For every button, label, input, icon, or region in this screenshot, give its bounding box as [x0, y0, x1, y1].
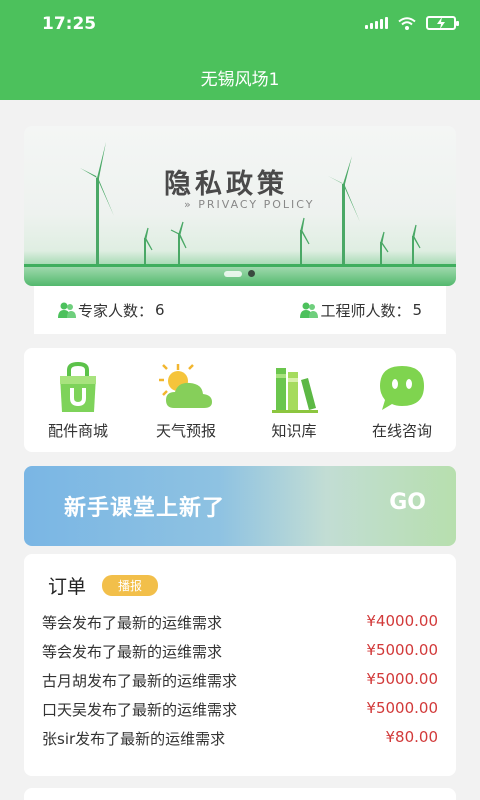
menu-item-label: 知识库 — [271, 422, 317, 440]
order-row[interactable]: 等会发布了最新的运维需求 ¥5000.00 — [42, 641, 438, 670]
order-text: 口天吴发布了最新的运维需求 — [42, 701, 238, 719]
banner-subtitle: » PRIVACY POLICY — [184, 198, 315, 211]
promo-text: 新手课堂上新了 — [64, 496, 226, 521]
engineers-stat: 工程师人数： 5 — [300, 300, 422, 321]
broadcast-badge: 播报 — [102, 575, 159, 596]
order-price: ¥5000.00 — [366, 641, 438, 659]
orders-title: 订单 — [48, 576, 87, 598]
menu-item-online-consult[interactable]: 在线咨询 — [352, 348, 452, 452]
battery-charging-icon — [426, 16, 459, 30]
quick-menu: 配件商城 天气预报 知识库 在线咨询 — [24, 348, 456, 452]
menu-item-label: 天气预报 — [155, 422, 216, 440]
menu-item-weather[interactable]: 天气预报 — [136, 348, 236, 452]
carousel-dot[interactable] — [248, 270, 255, 277]
user-group-icon — [58, 302, 76, 318]
app-header: 17:25 无锡风场1 — [0, 0, 480, 100]
orders-header: 订单 播报 — [48, 572, 159, 599]
order-row[interactable]: 张sir发布了最新的运维需求 ¥80.00 — [42, 728, 438, 757]
chat-bubble-icon — [380, 366, 424, 410]
experts-count: 6 — [155, 301, 165, 319]
orders-card: 订单 播报 等会发布了最新的运维需求 ¥4000.00 等会发布了最新的运维需求… — [24, 554, 456, 776]
page-title: 无锡风场1 — [200, 70, 280, 90]
menu-item-label: 配件商城 — [47, 422, 108, 440]
orders-list: 等会发布了最新的运维需求 ¥4000.00 等会发布了最新的运维需求 ¥5000… — [42, 612, 438, 757]
order-price: ¥80.00 — [385, 728, 439, 746]
order-text: 等会发布了最新的运维需求 — [42, 643, 223, 661]
cellular-signal-icon — [365, 17, 388, 29]
books-icon — [272, 368, 318, 413]
order-text: 等会发布了最新的运维需求 — [42, 614, 223, 632]
banner-title: 隐私政策 — [164, 169, 288, 200]
status-icons — [365, 16, 459, 30]
next-card — [24, 788, 456, 800]
experts-label: 专家人数： — [78, 301, 154, 320]
stats-bar: 专家人数： 6 工程师人数： 5 — [34, 286, 446, 334]
order-price: ¥4000.00 — [366, 612, 438, 630]
engineers-count: 5 — [412, 301, 422, 319]
promo-go-button[interactable]: GO — [389, 490, 426, 515]
user-group-icon — [300, 302, 319, 318]
status-time: 17:25 — [42, 14, 97, 34]
menu-item-label: 在线咨询 — [371, 422, 432, 440]
order-price: ¥5000.00 — [366, 670, 438, 688]
shopping-bag-icon — [60, 362, 96, 412]
menu-item-parts-mall[interactable]: 配件商城 — [28, 348, 128, 452]
weather-icon — [159, 364, 212, 408]
order-row[interactable]: 古月胡发布了最新的运维需求 ¥5000.00 — [42, 670, 438, 699]
order-row[interactable]: 等会发布了最新的运维需求 ¥4000.00 — [42, 612, 438, 641]
list-fade — [24, 754, 456, 776]
order-price: ¥5000.00 — [366, 699, 438, 717]
engineers-label: 工程师人数： — [320, 301, 411, 320]
order-text: 古月胡发布了最新的运维需求 — [42, 672, 238, 690]
banner-carousel[interactable]: 隐私政策 » PRIVACY POLICY — [24, 126, 456, 286]
order-row[interactable]: 口天吴发布了最新的运维需求 ¥5000.00 — [42, 699, 438, 728]
menu-item-knowledge-base[interactable]: 知识库 — [244, 348, 344, 452]
promo-banner[interactable]: 新手课堂上新了 GO — [24, 466, 456, 546]
order-text: 张sir发布了最新的运维需求 — [42, 730, 226, 748]
carousel-indicator — [224, 270, 255, 277]
experts-stat: 专家人数： 6 — [58, 300, 165, 321]
wifi-icon — [398, 16, 416, 30]
carousel-dot-active[interactable] — [224, 270, 242, 277]
